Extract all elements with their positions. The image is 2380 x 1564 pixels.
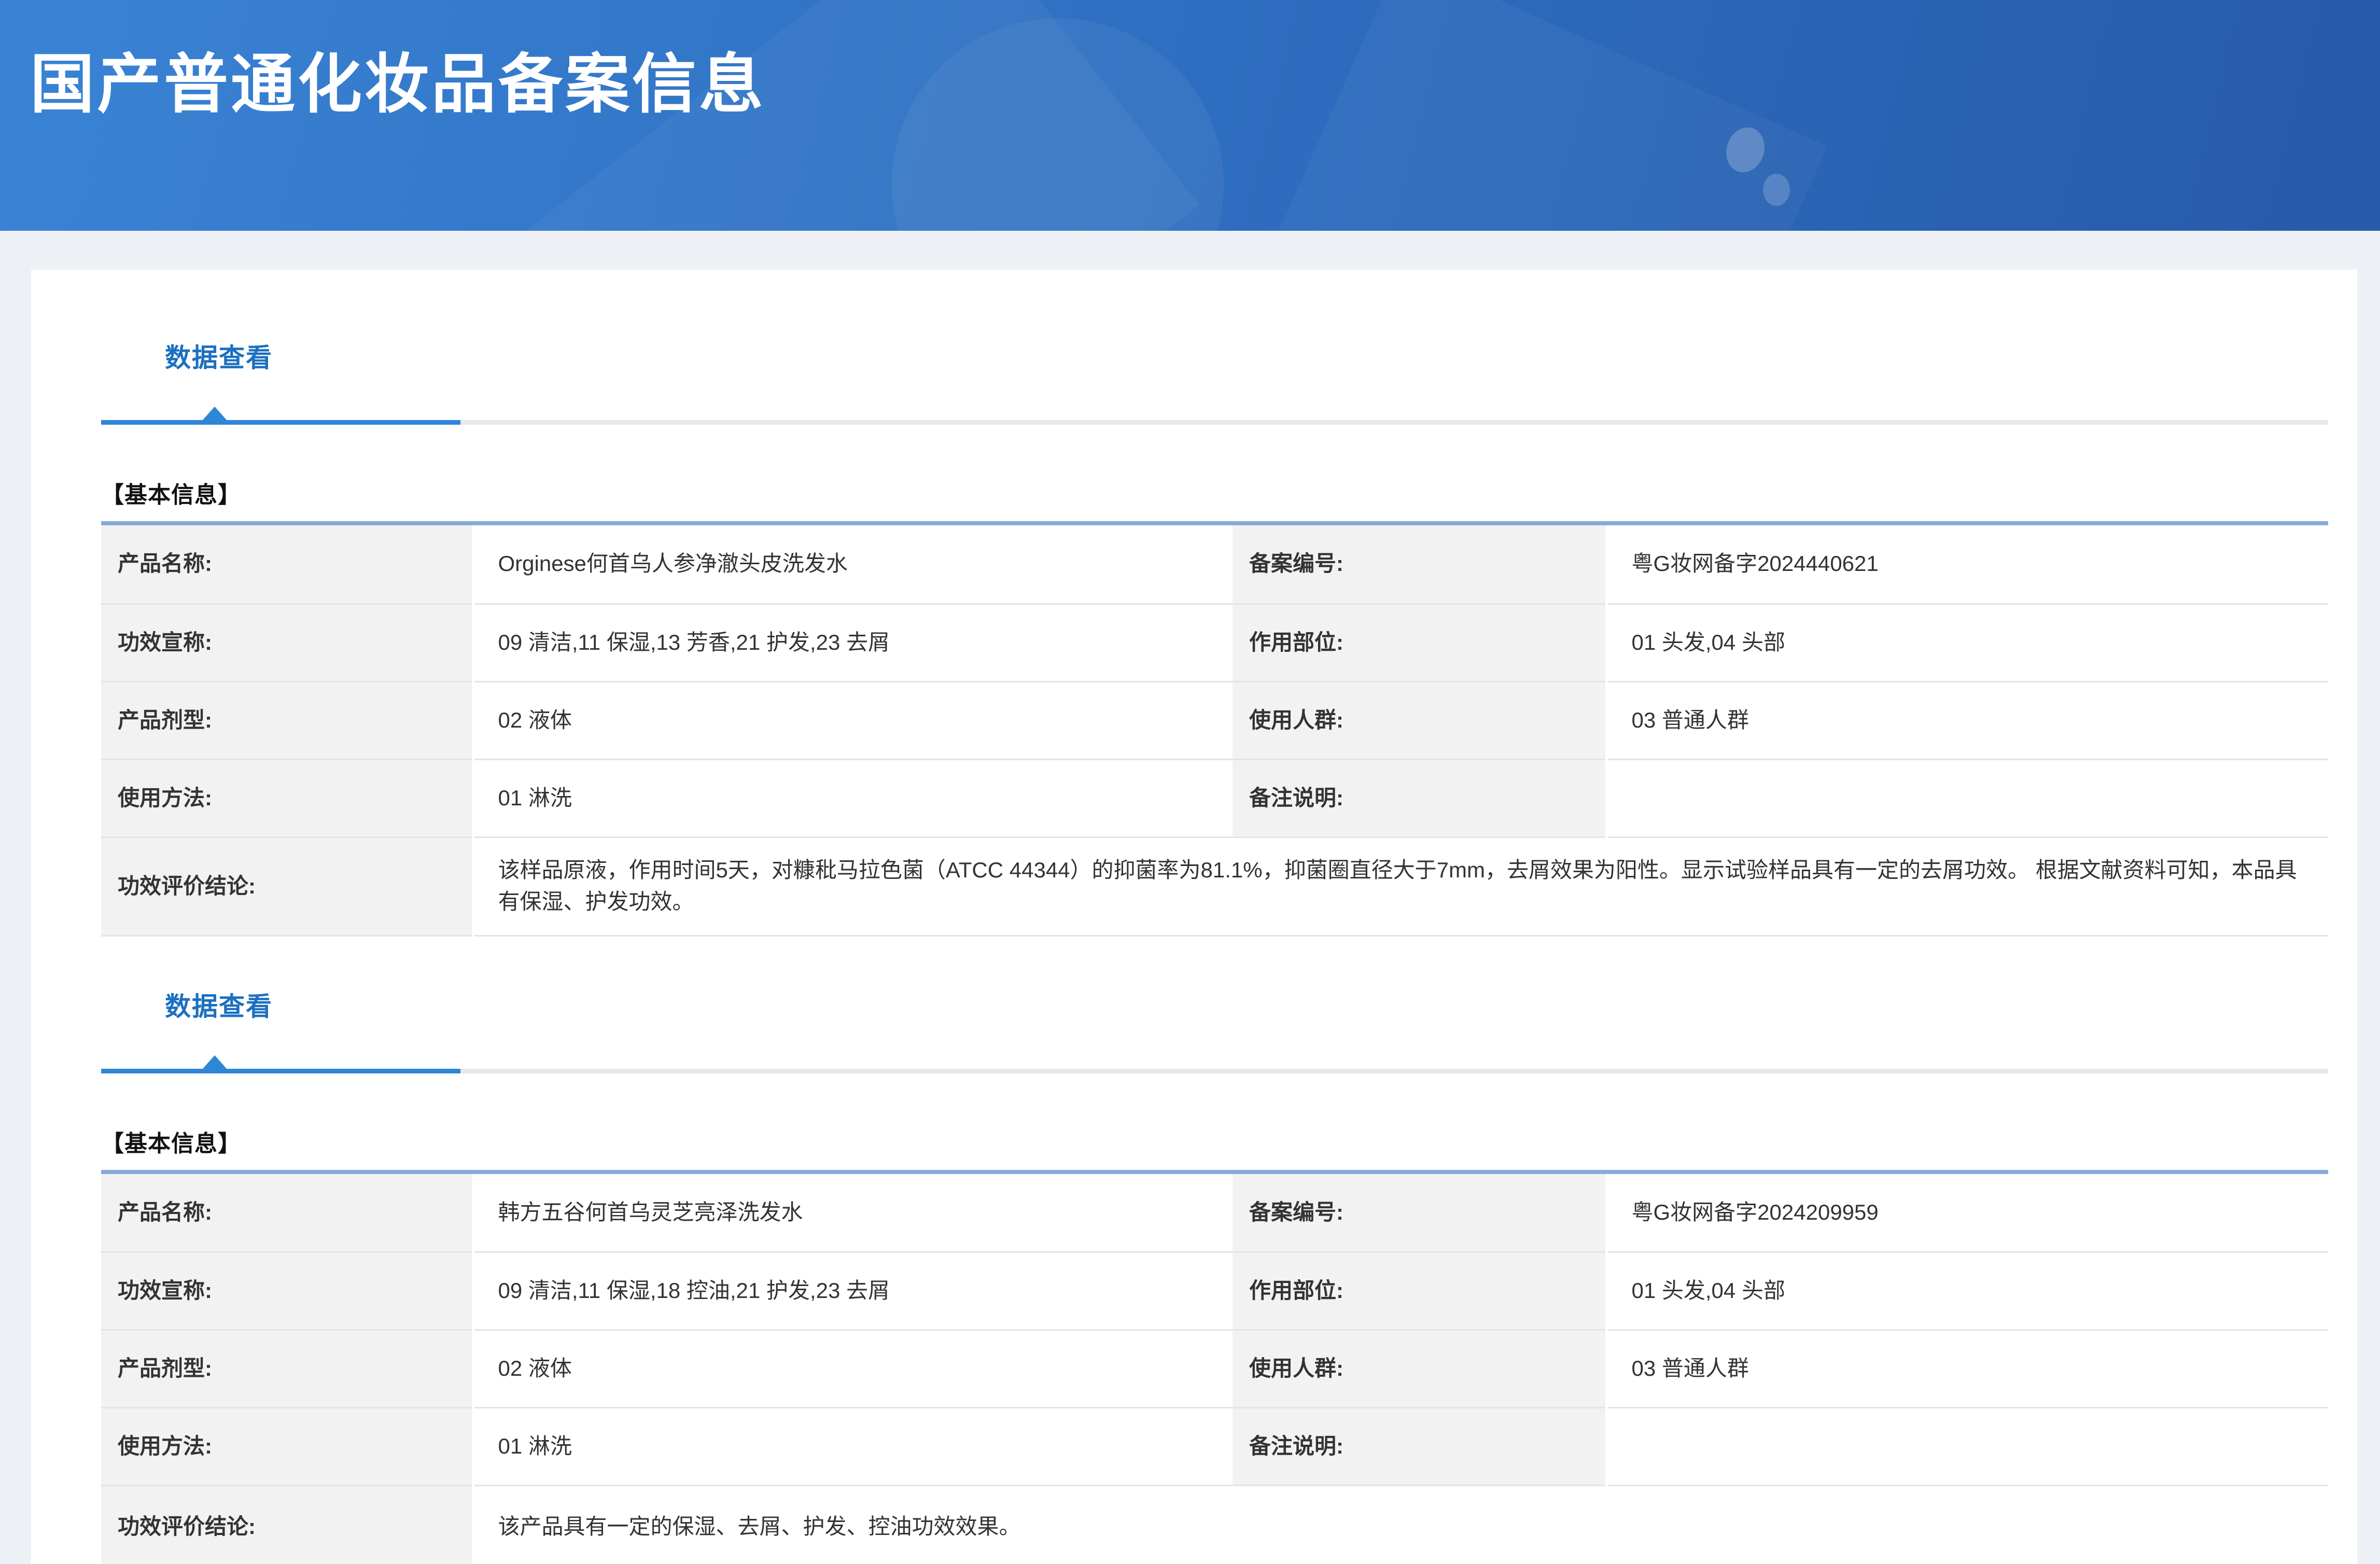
field-value-efficacy-conclusion: 该产品具有一定的保湿、去屑、护发、控油功效效果。 bbox=[473, 1486, 2328, 1564]
field-label-efficacy-claims: 功效宣称: bbox=[101, 604, 473, 681]
table-row: 使用方法: 01 淋洗 备注说明: bbox=[101, 759, 2328, 837]
field-value-efficacy-claims: 09 清洁,11 保湿,13 芳香,21 护发,23 去屑 bbox=[473, 604, 1233, 681]
basic-info-heading: 【基本信息】 bbox=[101, 1129, 2328, 1158]
banner-decoration bbox=[1720, 122, 1770, 177]
page-title: 国产普通化妆品备案信息 bbox=[30, 49, 766, 120]
table-row: 功效评价结论: 该产品具有一定的保湿、去屑、护发、控油功效效果。 bbox=[101, 1486, 2328, 1564]
field-value-usage-method: 01 淋洗 bbox=[473, 1408, 1233, 1486]
basic-info-table: 产品名称: Orginese何首乌人参净澈头皮洗发水 备案编号: 粤G妆网备字2… bbox=[101, 521, 2328, 937]
field-label-usage-method: 使用方法: bbox=[101, 759, 473, 837]
table-row: 产品剂型: 02 液体 使用人群: 03 普通人群 bbox=[101, 681, 2328, 759]
field-value-efficacy-conclusion: 该样品原液，作用时间5天，对糠秕马拉色菌（ATCC 44344）的抑菌率为81.… bbox=[473, 837, 2328, 935]
field-value-remarks bbox=[1606, 1408, 2328, 1486]
table-row: 功效宣称: 09 清洁,11 保湿,18 控油,21 护发,23 去屑 作用部位… bbox=[101, 1252, 2328, 1330]
field-label-target-users: 使用人群: bbox=[1233, 1330, 1606, 1408]
field-label-product-form: 产品剂型: bbox=[101, 681, 473, 759]
basic-info-heading: 【基本信息】 bbox=[101, 481, 2328, 510]
table-row: 产品名称: 韩方五谷何首乌灵芝亮泽洗发水 备案编号: 粤G妆网备字2024209… bbox=[101, 1172, 2328, 1252]
field-value-product-form: 02 液体 bbox=[473, 1330, 1233, 1408]
banner-decoration bbox=[1763, 174, 1790, 206]
record-section-1: 数据查看 【基本信息】 产品名称: Orginese何首乌人参净澈头皮洗发水 备… bbox=[101, 270, 2328, 937]
field-value-record-number: 粤G妆网备字2024440621 bbox=[1606, 523, 2328, 604]
tab-caret-icon bbox=[202, 1055, 227, 1069]
field-value-record-number: 粤G妆网备字2024209959 bbox=[1606, 1172, 2328, 1252]
tab-active-indicator bbox=[101, 1069, 460, 1073]
tab-data-view[interactable]: 数据查看 bbox=[165, 991, 273, 1022]
field-value-usage-method: 01 淋洗 bbox=[473, 759, 1233, 837]
field-value-target-users: 03 普通人群 bbox=[1606, 681, 2328, 759]
banner-decoration bbox=[1211, 0, 1827, 231]
record-section-2: 数据查看 【基本信息】 产品名称: 韩方五谷何首乌灵芝亮泽洗发水 备案编号: 粤… bbox=[101, 991, 2328, 1564]
field-label-usage-method: 使用方法: bbox=[101, 1408, 473, 1486]
table-row: 产品名称: Orginese何首乌人参净澈头皮洗发水 备案编号: 粤G妆网备字2… bbox=[101, 523, 2328, 604]
tab-active-indicator bbox=[101, 420, 460, 425]
field-value-remarks bbox=[1606, 759, 2328, 837]
field-label-target-users: 使用人群: bbox=[1233, 681, 1606, 759]
field-value-application-area: 01 头发,04 头部 bbox=[1606, 604, 2328, 681]
field-label-efficacy-conclusion: 功效评价结论: bbox=[101, 837, 473, 935]
field-label-product-name: 产品名称: bbox=[101, 1172, 473, 1252]
table-row: 产品剂型: 02 液体 使用人群: 03 普通人群 bbox=[101, 1330, 2328, 1408]
field-value-product-name: Orginese何首乌人参净澈头皮洗发水 bbox=[473, 523, 1233, 604]
tab-underline bbox=[101, 420, 2328, 425]
tab-underline bbox=[101, 1069, 2328, 1073]
tab-data-view[interactable]: 数据查看 bbox=[165, 342, 273, 373]
field-value-product-name: 韩方五谷何首乌灵芝亮泽洗发水 bbox=[473, 1172, 1233, 1252]
page-header-banner: 国产普通化妆品备案信息 bbox=[0, 0, 2380, 231]
field-label-remarks: 备注说明: bbox=[1233, 759, 1606, 837]
field-label-efficacy-claims: 功效宣称: bbox=[101, 1252, 473, 1330]
field-label-application-area: 作用部位: bbox=[1233, 604, 1606, 681]
table-row: 功效评价结论: 该样品原液，作用时间5天，对糠秕马拉色菌（ATCC 44344）… bbox=[101, 837, 2328, 935]
field-label-product-name: 产品名称: bbox=[101, 523, 473, 604]
field-label-record-number: 备案编号: bbox=[1233, 1172, 1606, 1252]
field-value-product-form: 02 液体 bbox=[473, 681, 1233, 759]
tab-caret-icon bbox=[202, 407, 227, 421]
field-label-product-form: 产品剂型: bbox=[101, 1330, 473, 1408]
content-card: 数据查看 【基本信息】 产品名称: Orginese何首乌人参净澈头皮洗发水 备… bbox=[31, 270, 2357, 1564]
banner-decoration bbox=[892, 18, 1224, 231]
field-label-record-number: 备案编号: bbox=[1233, 523, 1606, 604]
table-row: 功效宣称: 09 清洁,11 保湿,13 芳香,21 护发,23 去屑 作用部位… bbox=[101, 604, 2328, 681]
field-value-efficacy-claims: 09 清洁,11 保湿,18 控油,21 护发,23 去屑 bbox=[473, 1252, 1233, 1330]
table-row: 使用方法: 01 淋洗 备注说明: bbox=[101, 1408, 2328, 1486]
field-label-remarks: 备注说明: bbox=[1233, 1408, 1606, 1486]
field-value-target-users: 03 普通人群 bbox=[1606, 1330, 2328, 1408]
basic-info-table: 产品名称: 韩方五谷何首乌灵芝亮泽洗发水 备案编号: 粤G妆网备字2024209… bbox=[101, 1170, 2328, 1564]
field-value-application-area: 01 头发,04 头部 bbox=[1606, 1252, 2328, 1330]
field-label-application-area: 作用部位: bbox=[1233, 1252, 1606, 1330]
field-label-efficacy-conclusion: 功效评价结论: bbox=[101, 1486, 473, 1564]
